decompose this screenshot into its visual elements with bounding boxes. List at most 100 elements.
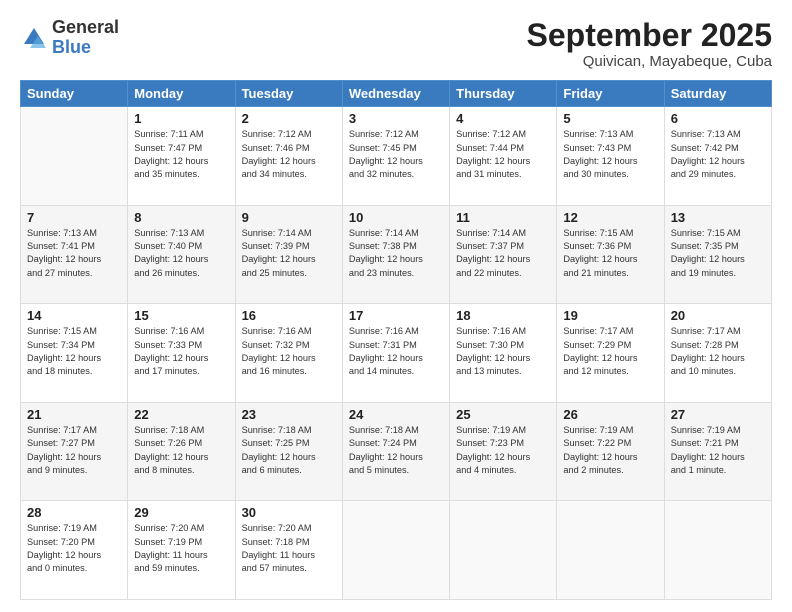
title-block: September 2025 Quivican, Mayabeque, Cuba: [527, 18, 772, 70]
day-number: 30: [242, 505, 336, 520]
calendar-cell: [557, 501, 664, 600]
day-info: Sunrise: 7:19 AM Sunset: 7:23 PM Dayligh…: [456, 424, 550, 477]
day-number: 28: [27, 505, 121, 520]
calendar-cell: 18Sunrise: 7:16 AM Sunset: 7:30 PM Dayli…: [450, 304, 557, 403]
location-subtitle: Quivican, Mayabeque, Cuba: [527, 53, 772, 70]
calendar-cell: 14 Sunrise: 7:15 AM Sunset: 7:34 PM Dayli…: [21, 304, 128, 403]
calendar-cell: 10Sunrise: 7:14 AM Sunset: 7:38 PM Dayli…: [342, 205, 449, 304]
logo-icon: [20, 24, 48, 52]
calendar-cell: 28 Sunrise: 7:19 AM Sunset: 7:20 PM Dayli…: [21, 501, 128, 600]
day-number: 25: [456, 407, 550, 422]
logo-blue-text: Blue: [52, 38, 119, 58]
calendar-cell: 8 Sunrise: 7:13 AM Sunset: 7:40 PM Daylig…: [128, 205, 235, 304]
day-number: 23: [242, 407, 336, 422]
calendar-cell: 13 Sunrise: 7:15 AM Sunset: 7:35 PM Dayli…: [664, 205, 771, 304]
calendar-cell: 17 Sunrise: 7:16 AM Sunset: 7:31 PM Dayli…: [342, 304, 449, 403]
calendar-cell: [342, 501, 449, 600]
calendar-body: 1 Sunrise: 7:11 AM Sunset: 7:47 PM Daylig…: [21, 107, 772, 600]
calendar-week-row: 14 Sunrise: 7:15 AM Sunset: 7:34 PM Dayli…: [21, 304, 772, 403]
calendar-cell: 22 Sunrise: 7:18 AM Sunset: 7:26 PM Dayli…: [128, 402, 235, 501]
calendar-cell: [450, 501, 557, 600]
day-number: 2: [242, 111, 336, 126]
day-info: Sunrise: 7:13 AM Sunset: 7:40 PM Dayligh…: [134, 227, 228, 280]
header: General Blue September 2025 Quivican, Ma…: [20, 18, 772, 70]
day-number: 21: [27, 407, 121, 422]
day-number: 16: [242, 308, 336, 323]
day-number: 22: [134, 407, 228, 422]
weekday-header-thursday: Thursday: [450, 81, 557, 107]
day-info: Sunrise: 7:16 AM Sunset: 7:31 PM Dayligh…: [349, 325, 443, 378]
weekday-header-row: SundayMondayTuesdayWednesdayThursdayFrid…: [21, 81, 772, 107]
calendar-cell: 1 Sunrise: 7:11 AM Sunset: 7:47 PM Daylig…: [128, 107, 235, 206]
day-number: 17: [349, 308, 443, 323]
calendar-cell: 5 Sunrise: 7:13 AM Sunset: 7:43 PM Daylig…: [557, 107, 664, 206]
day-info: Sunrise: 7:18 AM Sunset: 7:25 PM Dayligh…: [242, 424, 336, 477]
day-number: 10: [349, 210, 443, 225]
logo: General Blue: [20, 18, 119, 58]
day-info: Sunrise: 7:14 AM Sunset: 7:37 PM Dayligh…: [456, 227, 550, 280]
calendar-cell: 15Sunrise: 7:16 AM Sunset: 7:33 PM Dayli…: [128, 304, 235, 403]
day-info: Sunrise: 7:20 AM Sunset: 7:19 PM Dayligh…: [134, 522, 228, 575]
day-number: 7: [27, 210, 121, 225]
day-info: Sunrise: 7:12 AM Sunset: 7:44 PM Dayligh…: [456, 128, 550, 181]
calendar-cell: 11Sunrise: 7:14 AM Sunset: 7:37 PM Dayli…: [450, 205, 557, 304]
calendar-cell: 23 Sunrise: 7:18 AM Sunset: 7:25 PM Dayli…: [235, 402, 342, 501]
day-info: Sunrise: 7:19 AM Sunset: 7:20 PM Dayligh…: [27, 522, 121, 575]
calendar-cell: 26 Sunrise: 7:19 AM Sunset: 7:22 PM Dayli…: [557, 402, 664, 501]
weekday-header-tuesday: Tuesday: [235, 81, 342, 107]
day-info: Sunrise: 7:15 AM Sunset: 7:35 PM Dayligh…: [671, 227, 765, 280]
calendar-cell: [21, 107, 128, 206]
day-number: 13: [671, 210, 765, 225]
weekday-header-friday: Friday: [557, 81, 664, 107]
day-number: 26: [563, 407, 657, 422]
day-info: Sunrise: 7:15 AM Sunset: 7:34 PM Dayligh…: [27, 325, 121, 378]
month-title: September 2025: [527, 18, 772, 53]
day-number: 27: [671, 407, 765, 422]
day-info: Sunrise: 7:14 AM Sunset: 7:39 PM Dayligh…: [242, 227, 336, 280]
day-info: Sunrise: 7:13 AM Sunset: 7:43 PM Dayligh…: [563, 128, 657, 181]
calendar-cell: 24Sunrise: 7:18 AM Sunset: 7:24 PM Dayli…: [342, 402, 449, 501]
day-info: Sunrise: 7:12 AM Sunset: 7:45 PM Dayligh…: [349, 128, 443, 181]
calendar-cell: 12Sunrise: 7:15 AM Sunset: 7:36 PM Dayli…: [557, 205, 664, 304]
day-info: Sunrise: 7:19 AM Sunset: 7:22 PM Dayligh…: [563, 424, 657, 477]
day-number: 9: [242, 210, 336, 225]
day-info: Sunrise: 7:20 AM Sunset: 7:18 PM Dayligh…: [242, 522, 336, 575]
day-info: Sunrise: 7:11 AM Sunset: 7:47 PM Dayligh…: [134, 128, 228, 181]
calendar-cell: 16 Sunrise: 7:16 AM Sunset: 7:32 PM Dayli…: [235, 304, 342, 403]
weekday-header-monday: Monday: [128, 81, 235, 107]
day-info: Sunrise: 7:17 AM Sunset: 7:28 PM Dayligh…: [671, 325, 765, 378]
day-info: Sunrise: 7:18 AM Sunset: 7:26 PM Dayligh…: [134, 424, 228, 477]
weekday-header-wednesday: Wednesday: [342, 81, 449, 107]
calendar-cell: 9 Sunrise: 7:14 AM Sunset: 7:39 PM Daylig…: [235, 205, 342, 304]
day-number: 29: [134, 505, 228, 520]
day-number: 20: [671, 308, 765, 323]
day-info: Sunrise: 7:18 AM Sunset: 7:24 PM Dayligh…: [349, 424, 443, 477]
calendar-cell: 19 Sunrise: 7:17 AM Sunset: 7:29 PM Dayli…: [557, 304, 664, 403]
day-number: 19: [563, 308, 657, 323]
day-info: Sunrise: 7:16 AM Sunset: 7:32 PM Dayligh…: [242, 325, 336, 378]
calendar-cell: 29 Sunrise: 7:20 AM Sunset: 7:19 PM Dayli…: [128, 501, 235, 600]
calendar-cell: 4 Sunrise: 7:12 AM Sunset: 7:44 PM Daylig…: [450, 107, 557, 206]
logo-general-text: General: [52, 18, 119, 38]
calendar-week-row: 28 Sunrise: 7:19 AM Sunset: 7:20 PM Dayli…: [21, 501, 772, 600]
day-info: Sunrise: 7:17 AM Sunset: 7:29 PM Dayligh…: [563, 325, 657, 378]
day-number: 5: [563, 111, 657, 126]
calendar-cell: 3 Sunrise: 7:12 AM Sunset: 7:45 PM Daylig…: [342, 107, 449, 206]
day-number: 8: [134, 210, 228, 225]
day-info: Sunrise: 7:16 AM Sunset: 7:33 PM Dayligh…: [134, 325, 228, 378]
page: General Blue September 2025 Quivican, Ma…: [0, 0, 792, 612]
calendar-cell: 20 Sunrise: 7:17 AM Sunset: 7:28 PM Dayli…: [664, 304, 771, 403]
calendar-cell: [664, 501, 771, 600]
day-number: 14: [27, 308, 121, 323]
day-number: 18: [456, 308, 550, 323]
day-number: 4: [456, 111, 550, 126]
day-info: Sunrise: 7:17 AM Sunset: 7:27 PM Dayligh…: [27, 424, 121, 477]
day-info: Sunrise: 7:19 AM Sunset: 7:21 PM Dayligh…: [671, 424, 765, 477]
day-number: 6: [671, 111, 765, 126]
calendar-table: SundayMondayTuesdayWednesdayThursdayFrid…: [20, 80, 772, 600]
day-number: 3: [349, 111, 443, 126]
day-info: Sunrise: 7:15 AM Sunset: 7:36 PM Dayligh…: [563, 227, 657, 280]
day-number: 1: [134, 111, 228, 126]
calendar-cell: 6Sunrise: 7:13 AM Sunset: 7:42 PM Daylig…: [664, 107, 771, 206]
calendar-cell: 21 Sunrise: 7:17 AM Sunset: 7:27 PM Dayli…: [21, 402, 128, 501]
